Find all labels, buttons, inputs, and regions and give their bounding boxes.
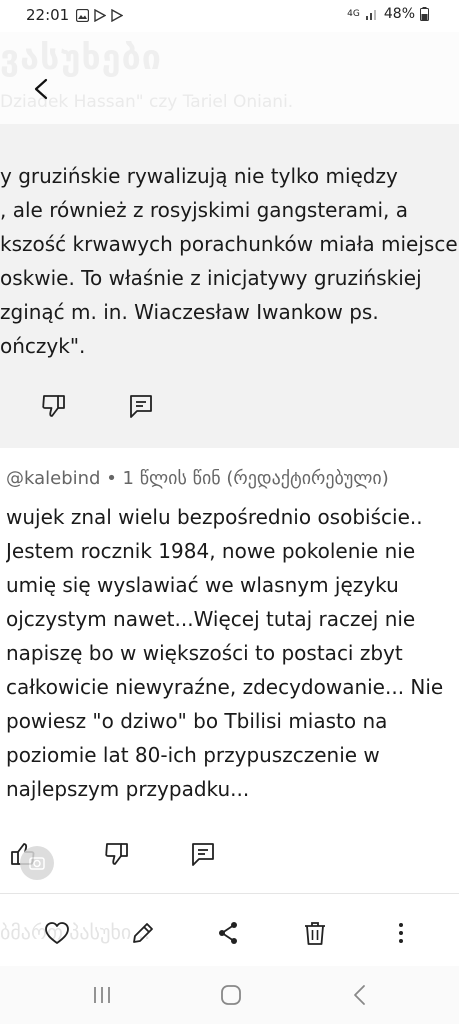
more-options-button[interactable] xyxy=(386,918,416,948)
dislike-button[interactable] xyxy=(40,392,68,420)
comment-line: powiesz "o dziwo" bo Tbilisi miasto na xyxy=(6,709,388,733)
back-button[interactable] xyxy=(24,72,58,106)
home-button[interactable] xyxy=(218,982,244,1008)
network-type: 4G xyxy=(347,8,360,19)
status-right: 4G 48% xyxy=(347,6,429,22)
chevron-left-icon xyxy=(34,78,48,100)
play-store-icon-2 xyxy=(111,9,123,22)
comment-line: napiszę bo w większości to postaci zbyt xyxy=(6,641,403,665)
comment-line: zginąć m. in. Wiaczesław Iwankow ps. xyxy=(0,300,379,324)
comment-line: ończyk". xyxy=(0,334,86,358)
comment-icon xyxy=(130,395,152,418)
notification-icons xyxy=(76,9,123,22)
play-store-icon xyxy=(94,9,106,22)
share-icon xyxy=(219,922,237,944)
system-back-button[interactable] xyxy=(347,982,373,1008)
comment-line: ojczystym nawet...Więcej tutaj raczej ni… xyxy=(6,607,416,631)
comment-line: Jestem rocznik 1984, nowe pokolenie nie xyxy=(6,539,416,563)
thumbs-down-icon xyxy=(105,843,128,865)
comment-body: y gruzińskie rywalizują nie tylko między… xyxy=(0,159,459,363)
favorite-button[interactable] xyxy=(42,918,72,948)
dislike-button[interactable] xyxy=(103,840,131,868)
comment-meta: @kalebind • 1 წლის წინ (რედაქტირებული) xyxy=(6,468,389,489)
recent-apps-button[interactable] xyxy=(89,982,115,1008)
comment-icon xyxy=(192,843,214,866)
comment-line: umię się wyslawiać we wlasnym języku xyxy=(6,573,399,597)
comment-body: wujek znal wielu bezpośrednio osobiście.… xyxy=(6,500,459,806)
status-bar: 22:01 4G 48% xyxy=(0,0,459,32)
comment: @kalebind • 1 წლის წინ (რედაქტირებული) w… xyxy=(0,448,459,893)
comment-line: y gruzińskie rywalizują nie tylko między xyxy=(0,164,398,188)
reply-button[interactable] xyxy=(127,392,155,420)
edit-button[interactable] xyxy=(128,918,158,948)
pencil-icon xyxy=(133,923,153,943)
comment-line: oskwie. To właśnie z inicjatywy gruzińsk… xyxy=(0,266,422,290)
trash-icon xyxy=(305,922,325,945)
media-toolbar xyxy=(0,900,459,966)
thumbs-down-icon xyxy=(42,395,65,417)
share-button[interactable] xyxy=(213,918,243,948)
gallery-icon xyxy=(76,9,89,22)
delete-button[interactable] xyxy=(300,918,330,948)
battery-percent: 48% xyxy=(383,6,415,22)
comment-line: , ale również z rosyjskimi gangsterami, … xyxy=(0,198,408,222)
screenshot-capture-button[interactable] xyxy=(20,846,54,880)
more-vertical-icon xyxy=(399,923,403,943)
battery-icon xyxy=(420,7,429,21)
header: ვასუხები Dziadek Hassan" czy Tariel Onia… xyxy=(0,32,459,124)
comment-line: najlepszym przypadku... xyxy=(6,777,250,801)
status-time: 22:01 xyxy=(26,6,70,24)
heart-icon xyxy=(45,922,69,944)
back-arrow-icon xyxy=(354,985,365,1005)
comment-line: kszość krwawych porachunków miała miejsc… xyxy=(0,232,458,256)
signal-icon xyxy=(365,10,376,20)
home-icon xyxy=(221,985,241,1005)
comment-highlighted: y gruzińskie rywalizują nie tylko między… xyxy=(0,124,459,448)
navigation-bar xyxy=(0,966,459,1024)
divider xyxy=(0,893,459,894)
reply-button[interactable] xyxy=(189,840,217,868)
recent-apps-icon xyxy=(94,987,110,1003)
comment-line: wujek znal wielu bezpośrednio osobiście.… xyxy=(6,505,423,529)
comment-line: całkowicie niewyraźne, zdecydowanie... N… xyxy=(6,675,444,699)
comment-line: poziomie lat 80-ich przypuszczenie w xyxy=(6,743,380,767)
camera-icon xyxy=(29,857,45,870)
